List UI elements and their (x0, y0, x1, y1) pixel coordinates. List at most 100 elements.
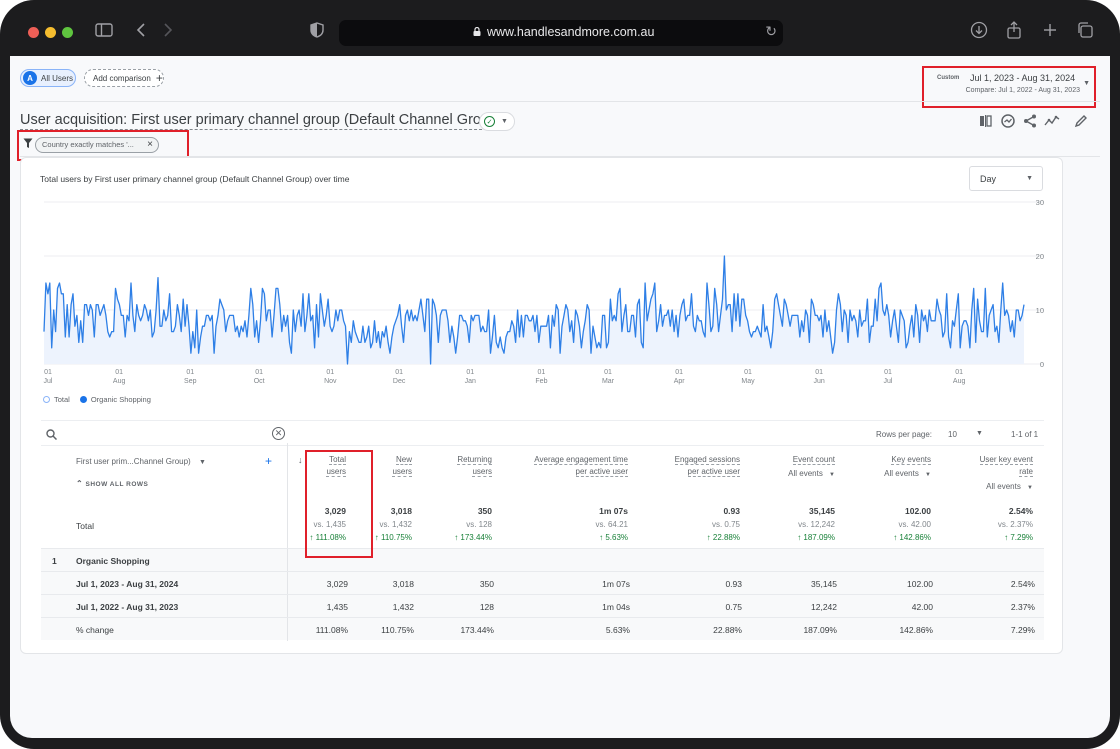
tabs-icon[interactable] (1076, 21, 1094, 44)
column-header[interactable]: Returning users (457, 454, 492, 478)
column-header-label: Key events (891, 455, 931, 465)
forward-icon[interactable] (163, 21, 173, 43)
clear-search-icon[interactable]: ✕ (272, 427, 285, 440)
reload-icon[interactable]: ↻ (765, 23, 777, 40)
row-label: Jul 1, 2022 - Aug 31, 2023 (76, 602, 179, 612)
shield-icon[interactable] (310, 21, 324, 43)
add-dimension-button[interactable]: + (265, 454, 272, 468)
chevron-down-icon: ▼ (198, 459, 206, 466)
show-all-rows-button[interactable]: ⌃ SHOW ALL ROWS (76, 479, 148, 488)
svg-text:01: 01 (395, 369, 403, 376)
address-bar[interactable]: www.handlesandmore.com.au ↻ (339, 20, 783, 46)
column-header-label: Engaged sessions (674, 455, 740, 465)
svg-text:Jan: Jan (465, 378, 476, 385)
back-icon[interactable] (136, 21, 146, 43)
event-filter-dropdown[interactable]: All events ▼ (980, 481, 1033, 494)
highlight-annotation (305, 450, 373, 558)
rows-per-page-select[interactable]: 10 (948, 430, 957, 439)
event-filter-dropdown[interactable]: All events ▼ (884, 468, 931, 481)
column-header[interactable]: User key event rate All events ▼ (979, 454, 1033, 494)
report-status-dropdown[interactable]: ✓ ▼ (479, 112, 515, 131)
svg-text:01: 01 (884, 369, 892, 376)
table-cell: 110.75% (381, 625, 414, 635)
chevron-down-icon: ▼ (829, 472, 835, 478)
download-icon[interactable] (970, 21, 988, 44)
table-cell: 35,145 (811, 579, 837, 589)
column-header[interactable]: Event count All events ▼ (788, 454, 835, 481)
dimension-selector[interactable]: First user prim...Channel Group) ▼ (76, 457, 206, 466)
table-row[interactable]: % change 111.08% 110.75% 173.44% 5.63% 22.88%… (41, 617, 1044, 641)
table-cell: 42.00 (911, 602, 933, 612)
total-value: 3,018 (390, 506, 412, 516)
url-text: www.handlesandmore.com.au (487, 25, 655, 39)
share-icon[interactable] (1006, 21, 1022, 44)
comparison-value: vs. 12,242 (798, 520, 835, 529)
search-icon[interactable] (46, 429, 57, 440)
table-cell: 111.08% (315, 625, 348, 635)
table-row[interactable]: Jul 1, 2022 - Aug 31, 2023 1,435 1,432 128 1… (41, 594, 1044, 618)
svg-text:01: 01 (186, 369, 194, 376)
filter-chip-label: Country exactly matches '... (42, 140, 134, 149)
change-value: ↑ 142.86% (893, 533, 931, 542)
x-tick-label: 01 Mar (602, 369, 615, 385)
svg-text:Jul: Jul (44, 378, 53, 385)
sidebar-icon[interactable] (95, 21, 113, 43)
compare-columns-icon[interactable] (978, 113, 994, 129)
share-icon[interactable] (1022, 113, 1038, 129)
column-header-label: New (395, 455, 412, 465)
svg-text:Aug: Aug (113, 378, 126, 385)
table-search-input[interactable] (61, 425, 266, 441)
column-header[interactable]: New users (392, 454, 412, 478)
legend-total-marker[interactable] (43, 396, 50, 403)
new-tab-icon[interactable] (1042, 21, 1058, 43)
column-header[interactable]: Key events All events ▼ (884, 454, 931, 481)
page-title[interactable]: User acquisition: First user primary cha… (20, 112, 502, 130)
date-range-compare: Compare: Jul 1, 2022 - Aug 31, 2023 (965, 87, 1080, 94)
row-label: % change (76, 625, 114, 635)
close-icon[interactable]: × (147, 138, 153, 152)
column-header-label: users (472, 467, 492, 477)
column-header[interactable]: Average engagement time per active user (534, 454, 628, 478)
filter-chip-country[interactable]: Country exactly matches '... × (35, 137, 159, 153)
svg-text:01: 01 (115, 369, 123, 376)
column-header[interactable]: Engaged sessions per active user (674, 454, 740, 478)
event-filter-dropdown[interactable]: All events ▼ (788, 468, 835, 481)
table-row[interactable]: Jul 1, 2023 - Aug 31, 2024 3,029 3,018 350 1… (41, 571, 1044, 595)
column-header-label: rate (1019, 467, 1033, 477)
row-index: 1 (52, 556, 57, 566)
add-comparison-button[interactable]: Add comparison + (84, 69, 164, 87)
table-cell: 0.75 (725, 602, 742, 612)
trend-icon[interactable] (1044, 113, 1060, 129)
insights-icon[interactable] (1000, 113, 1016, 129)
legend-organic-marker[interactable] (79, 396, 87, 403)
add-comparison-label: Add comparison (93, 73, 151, 83)
sort-descending-icon[interactable]: ↓ (298, 455, 303, 465)
chart-legend: Total Organic Shopping (43, 395, 151, 404)
chevron-down-icon[interactable]: ▼ (976, 430, 983, 437)
date-custom-label: Custom (937, 75, 960, 81)
svg-text:01: 01 (326, 369, 334, 376)
svg-text:01: 01 (255, 369, 263, 376)
maximize-window-button[interactable] (62, 27, 73, 38)
analytics-page: A All Users Add comparison + Custom Jul … (10, 56, 1110, 738)
all-users-segment[interactable]: A All Users (20, 69, 76, 87)
table-cell: 5.63% (605, 625, 630, 635)
svg-text:01: 01 (466, 369, 474, 376)
change-value: ↑ 22.88% (706, 533, 740, 542)
svg-text:Aug: Aug (953, 378, 966, 385)
legend-total-label: Total (54, 395, 70, 404)
table-row[interactable]: 1 Organic Shopping (41, 548, 1044, 572)
column-header-label: Returning (457, 455, 492, 465)
edit-icon[interactable] (1073, 113, 1089, 129)
row-label: Organic Shopping (76, 556, 150, 566)
svg-text:Sep: Sep (184, 378, 197, 385)
x-tick-label: 01 Sep (184, 369, 197, 385)
y-tick-label: 0 (1040, 360, 1044, 369)
legend-organic-label: Organic Shopping (90, 395, 151, 404)
line-chart: 3020100 01Jul01Aug01Sep01Oct01Nov01Dec01… (43, 198, 1044, 385)
minimize-window-button[interactable] (45, 27, 56, 38)
date-range-main: Jul 1, 2023 - Aug 31, 2024 (970, 73, 1076, 83)
close-window-button[interactable] (28, 27, 39, 38)
chevron-down-icon: ▼ (501, 118, 508, 125)
plus-icon: + (155, 71, 163, 85)
